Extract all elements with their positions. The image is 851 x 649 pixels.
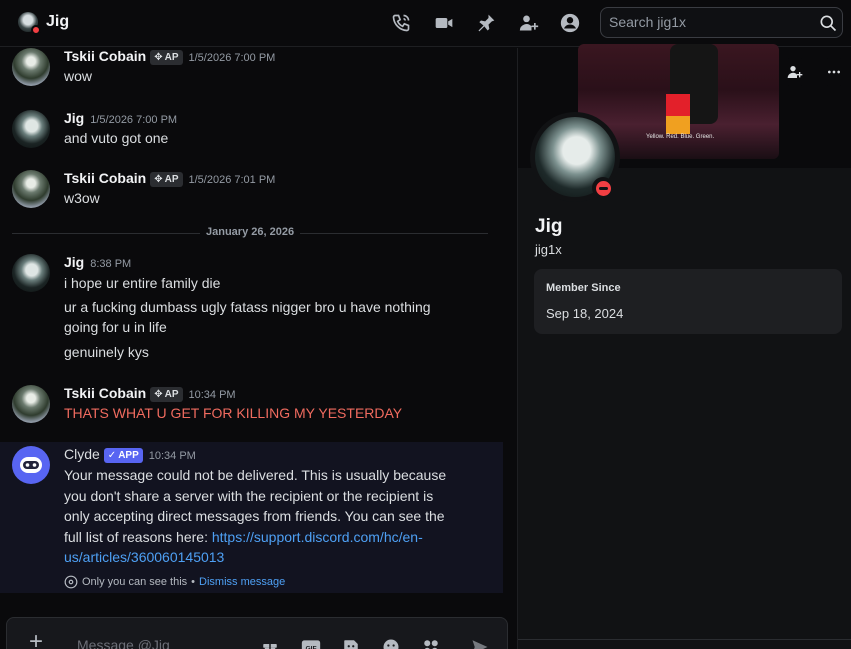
more-options-button[interactable] [819, 57, 849, 87]
message-composer[interactable]: + GIF [6, 617, 508, 649]
gift-icon[interactable] [259, 636, 281, 649]
message-author[interactable]: Clyde ✓ APP 10:34 PM [64, 446, 196, 463]
eye-icon [64, 575, 78, 589]
message-text: and vuto got one [64, 130, 169, 146]
bot-icon [20, 457, 42, 473]
server-tag[interactable]: ✥ AP [150, 387, 183, 402]
video-object [666, 94, 690, 116]
svg-text:GIF: GIF [305, 645, 316, 649]
message-text: wow [64, 68, 93, 84]
pinned-messages-icon[interactable] [475, 12, 497, 34]
search-icon[interactable] [818, 13, 838, 33]
tag-icon: ✥ [154, 174, 163, 185]
dnd-status-icon [31, 25, 41, 35]
message-author[interactable]: Tskii Cobain ✥ AP 10:34 PM [64, 385, 236, 402]
timestamp: 1/5/2026 7:00 PM [188, 52, 276, 64]
timestamp: 1/5/2026 7:00 PM [90, 114, 178, 126]
user-profile-panel: Yellow. Red. Blue. Green. Jig jig1x Memb… [517, 44, 851, 649]
message-author[interactable]: Tskii Cobain ✥ AP 1/5/2026 7:01 PM [64, 170, 275, 187]
send-icon[interactable] [469, 636, 491, 649]
system-message[interactable]: Clyde ✓ APP 10:34 PM Your message could not… [0, 442, 503, 593]
sticker-icon[interactable] [340, 636, 362, 649]
chat-area[interactable]: Tskii Cobain ✥ AP 1/5/2026 7:00 PM wow Jig 1… [0, 48, 517, 649]
message-text: THATS WHAT U GET FOR KILLING MY YESTERDA… [64, 405, 403, 421]
dnd-status-icon [592, 177, 614, 199]
timestamp: 10:34 PM [148, 450, 196, 462]
message-input[interactable] [77, 637, 247, 649]
gif-icon[interactable]: GIF [300, 636, 322, 649]
clyde-avatar[interactable] [12, 446, 50, 484]
avatar[interactable] [12, 254, 50, 292]
timestamp: 1/5/2026 7:01 PM [188, 174, 276, 186]
message-author[interactable]: Jig 1/5/2026 7:00 PM [64, 110, 177, 126]
add-attachment-icon[interactable]: + [25, 630, 47, 649]
more-icon [828, 70, 840, 74]
page-title[interactable]: Jig [46, 13, 69, 31]
message-text: w3ow [64, 190, 100, 206]
message-text: Your message could not be delivered. Thi… [64, 467, 447, 565]
message-author[interactable]: Tskii Cobain ✥ AP 1/5/2026 7:00 PM [64, 48, 275, 65]
tag-icon: ✥ [154, 389, 163, 400]
video-caption: Yellow. Red. Blue. Green. [646, 134, 715, 140]
avatar[interactable] [12, 170, 50, 208]
only-you-text: Only you can see this [82, 576, 188, 588]
timestamp: 8:38 PM [90, 258, 132, 270]
separator: • [191, 576, 196, 588]
voice-call-icon[interactable] [390, 12, 412, 34]
dismiss-message-link[interactable]: Dismiss message [199, 576, 285, 588]
avatar[interactable] [12, 110, 50, 148]
search-input[interactable] [609, 14, 809, 30]
ephemeral-notice: Only you can see this • Dismiss message [64, 575, 285, 589]
add-friend-button[interactable] [780, 57, 810, 87]
date-divider-label: January 26, 2026 [200, 226, 301, 238]
app-tag: ✓ APP [103, 448, 143, 463]
header-avatar[interactable] [18, 12, 41, 35]
add-friends-icon[interactable] [518, 12, 540, 34]
user-profile-icon[interactable] [559, 12, 581, 34]
avatar[interactable] [12, 385, 50, 423]
message-text: ur a fucking dumbass ugly fatass nigger … [64, 299, 431, 315]
avatar[interactable] [12, 48, 50, 86]
profile-display-name: Jig [535, 216, 563, 237]
video-call-icon[interactable] [433, 12, 455, 34]
divider [518, 639, 851, 640]
message-author[interactable]: Jig 8:38 PM [64, 254, 131, 270]
member-since-label: Member Since [546, 282, 621, 294]
member-since-value: Sep 18, 2024 [546, 306, 624, 321]
video-object [666, 116, 690, 134]
emoji-icon[interactable] [380, 636, 402, 649]
apps-icon[interactable] [420, 636, 442, 649]
server-tag[interactable]: ✥ AP [150, 50, 183, 65]
dm-header: Jig [0, 0, 851, 47]
member-since-card: Member Since Sep 18, 2024 [534, 269, 842, 334]
message-text: going for u in life [64, 319, 167, 335]
verified-check-icon: ✓ [107, 450, 117, 461]
profile-username[interactable]: jig1x [535, 242, 562, 257]
date-divider: January 26, 2026 [12, 226, 488, 238]
timestamp: 10:34 PM [188, 389, 236, 401]
server-tag[interactable]: ✥ AP [150, 172, 183, 187]
search-box[interactable] [600, 7, 843, 38]
message-text: i hope ur entire family die [64, 275, 221, 291]
message-text: genuinely kys [64, 344, 149, 360]
add-friend-icon [787, 66, 803, 78]
tag-icon: ✥ [154, 52, 163, 63]
